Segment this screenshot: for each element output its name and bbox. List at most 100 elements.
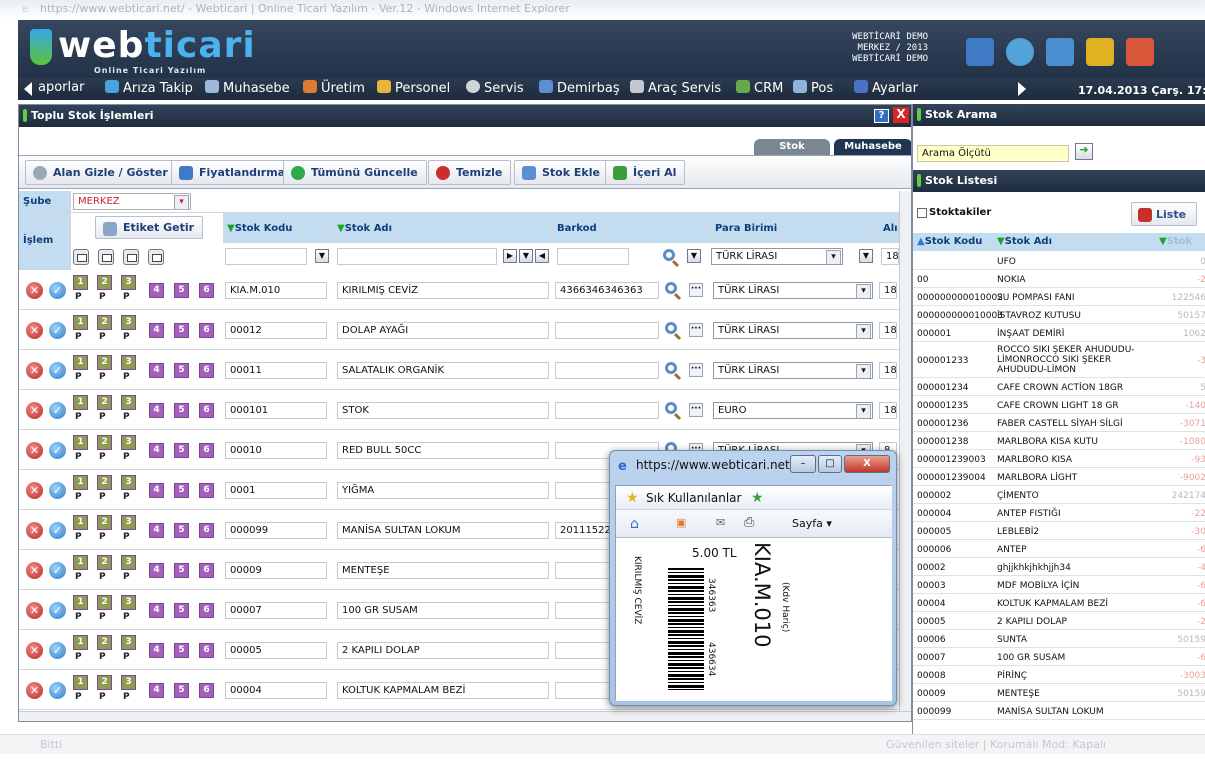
label-template-4-button[interactable]: 4 <box>149 363 164 378</box>
print-icon[interactable] <box>123 249 139 265</box>
list-item[interactable]: 000004 ANTEP FISTIĞI -22 <box>913 504 1205 522</box>
stock-code-input[interactable]: KIA.M.010 <box>225 282 327 299</box>
label-template-1-button[interactable]: 1 <box>73 395 88 410</box>
menu-personel[interactable]: Personel <box>377 80 450 96</box>
label-template-3-button[interactable]: 3 <box>121 435 136 450</box>
delete-icon[interactable]: ✕ <box>26 282 43 299</box>
currency-select[interactable]: EURO <box>713 402 873 419</box>
label-template-4-button[interactable]: 4 <box>149 603 164 618</box>
label-template-1-button[interactable]: 1 <box>73 555 88 570</box>
currency-select[interactable]: TÜRK LİRASI <box>713 322 873 339</box>
favorites-link[interactable]: Sık Kullanılanlar <box>646 491 741 505</box>
filter-barcode[interactable] <box>557 248 629 265</box>
label-template-5-button[interactable]: 5 <box>174 363 189 378</box>
search-icon[interactable] <box>665 282 677 294</box>
add-stock-button[interactable]: Stok Ekle <box>514 160 609 185</box>
confirm-icon[interactable]: ✓ <box>49 402 66 419</box>
confirm-icon[interactable]: ✓ <box>49 602 66 619</box>
filter-stock-code[interactable] <box>225 248 307 265</box>
mail-icon[interactable]: ✉ <box>716 516 725 529</box>
tab-stok[interactable]: Stok <box>754 139 830 155</box>
confirm-icon[interactable]: ✓ <box>49 322 66 339</box>
stock-name-input[interactable]: 2 KAPILI DOLAP <box>337 642 549 659</box>
clear-button[interactable]: Temizle <box>428 160 512 185</box>
print-icon[interactable]: ⎙ <box>744 515 754 530</box>
label-template-1-button[interactable]: 1 <box>73 675 88 690</box>
label-template-2-button[interactable]: 2 <box>97 475 112 490</box>
stock-name-input[interactable]: STOK <box>337 402 549 419</box>
filter-down-button[interactable]: ▼ <box>519 249 533 263</box>
label-template-1-button[interactable]: 1 <box>73 475 88 490</box>
label-template-2-button[interactable]: 2 <box>97 315 112 330</box>
label-template-5-button[interactable]: 5 <box>174 283 189 298</box>
list-item[interactable]: 000005 LEBLEBİ2 -30 <box>913 522 1205 540</box>
home-icon[interactable] <box>1046 38 1074 66</box>
horizontal-scrollbar[interactable] <box>19 711 911 721</box>
list-button[interactable]: Liste <box>1131 202 1198 226</box>
list-item[interactable]: 00 NOKIA -2 <box>913 270 1205 288</box>
menu-crm[interactable]: CRM <box>736 80 783 96</box>
stock-name-input[interactable]: YIĞMA <box>337 482 549 499</box>
label-template-1-button[interactable]: 1 <box>73 275 88 290</box>
delete-icon[interactable]: ✕ <box>26 562 43 579</box>
search-criteria-input[interactable]: Arama Ölçütü <box>917 145 1069 162</box>
stock-code-input[interactable]: 00009 <box>225 562 327 579</box>
list-item[interactable]: 00004 KOLTUK KAPMALAM BEZİ -6 <box>913 594 1205 612</box>
delete-icon[interactable]: ✕ <box>26 362 43 379</box>
barcode-input[interactable] <box>555 402 659 419</box>
filter-left-button[interactable]: ◀ <box>535 249 549 263</box>
label-template-2-button[interactable]: 2 <box>97 435 112 450</box>
label-template-3-button[interactable]: 3 <box>121 355 136 370</box>
maximize-button[interactable]: □ <box>818 455 842 473</box>
list-item[interactable]: 000006 ANTEP -6 <box>913 540 1205 558</box>
label-template-2-button[interactable]: 2 <box>97 515 112 530</box>
label-template-4-button[interactable]: 4 <box>149 563 164 578</box>
menu-ayarlar[interactable]: Ayarlar <box>854 80 918 96</box>
label-template-2-button[interactable]: 2 <box>97 675 112 690</box>
label-template-3-button[interactable]: 3 <box>121 675 136 690</box>
delete-icon[interactable]: ✕ <box>26 642 43 659</box>
label-template-2-button[interactable]: 2 <box>97 555 112 570</box>
filter-barcode-button[interactable]: ▼ <box>687 249 701 263</box>
label-template-3-button[interactable]: 3 <box>121 635 136 650</box>
label-template-6-button[interactable]: 6 <box>199 483 214 498</box>
label-template-5-button[interactable]: 5 <box>174 683 189 698</box>
label-template-6-button[interactable]: 6 <box>199 283 214 298</box>
stok-adi-header[interactable]: ▼Stok Adı <box>333 213 553 243</box>
list-item[interactable]: 000001236 FABER CASTELL SİYAH SİLGİ -3071 <box>913 414 1205 432</box>
print-icon[interactable] <box>73 249 89 265</box>
label-template-1-button[interactable]: 1 <box>73 355 88 370</box>
confirm-icon[interactable]: ✓ <box>49 282 66 299</box>
menu-ariza-takip[interactable]: Arıza Takip <box>105 80 193 96</box>
label-template-1-button[interactable]: 1 <box>73 515 88 530</box>
list-item[interactable]: 00006 SUNTA 50159 <box>913 630 1205 648</box>
delete-icon[interactable]: ✕ <box>26 522 43 539</box>
close-button[interactable]: X <box>893 107 909 123</box>
label-template-1-button[interactable]: 1 <box>73 315 88 330</box>
delete-icon[interactable]: ✕ <box>26 402 43 419</box>
label-template-6-button[interactable]: 6 <box>199 363 214 378</box>
col-stok-kodu[interactable]: ▲Stok Kodu <box>917 236 982 247</box>
filter-stock-name[interactable] <box>337 248 497 265</box>
label-template-4-button[interactable]: 4 <box>149 483 164 498</box>
more-button[interactable]: ··· <box>689 363 703 377</box>
alis-input[interactable]: 18 <box>879 362 897 379</box>
menu-pos[interactable]: Pos <box>793 80 833 96</box>
list-item[interactable]: 000001 İNŞAAT DEMİRİ 1062 <box>913 324 1205 342</box>
label-template-4-button[interactable]: 4 <box>149 643 164 658</box>
menu-servis[interactable]: Servis <box>466 80 524 96</box>
confirm-icon[interactable]: ✓ <box>49 362 66 379</box>
stock-code-input[interactable]: 00011 <box>225 362 327 379</box>
label-template-6-button[interactable]: 6 <box>199 443 214 458</box>
list-item[interactable]: 000001233 ROCCO SIKI ŞEKER AHUDUDU-LİMONR… <box>913 342 1205 378</box>
label-template-3-button[interactable]: 3 <box>121 595 136 610</box>
currency-select[interactable]: TÜRK LİRASI <box>713 282 873 299</box>
label-template-2-button[interactable]: 2 <box>97 395 112 410</box>
page-menu[interactable]: Sayfa ▾ <box>792 517 832 530</box>
label-template-4-button[interactable]: 4 <box>149 443 164 458</box>
list-item[interactable]: 00009 MENTEŞE 50159 <box>913 684 1205 702</box>
filter-currency-button[interactable]: ▼ <box>859 249 873 263</box>
barcode-input[interactable]: 4366346346363 <box>555 282 659 299</box>
para-birimi-header[interactable]: Para Birimi <box>711 213 879 243</box>
search-icon[interactable] <box>663 249 675 261</box>
